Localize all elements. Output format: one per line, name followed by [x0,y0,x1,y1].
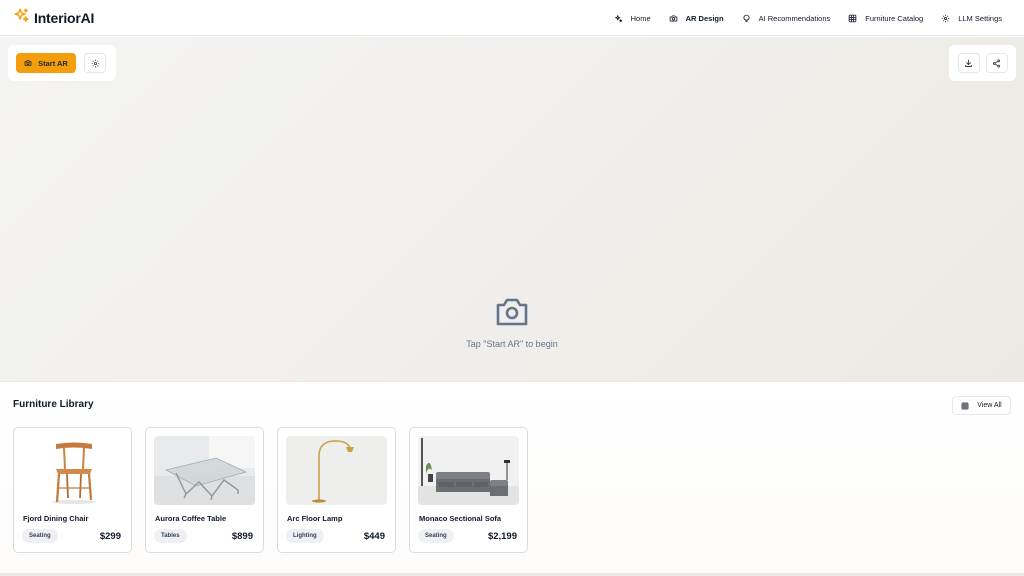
main-nav: Home AR Design AI Recommendations Furnit… [596,0,1002,36]
app-name: InteriorAI [34,9,95,26]
product-image-floor-lamp [286,436,387,505]
furniture-card[interactable]: Aurora Coffee Table Tables $899 [145,427,264,553]
gear-icon [91,59,99,67]
nav-label: Home [630,13,651,23]
nav-label: LLM Settings [958,13,1002,23]
category-badge: Seating [418,529,454,543]
nav-label: AR Design [685,13,724,23]
product-image-chair [22,436,123,505]
nav-item-furniture-catalog[interactable]: Furniture Catalog [848,14,923,23]
share-icon [992,58,1001,68]
nav-item-llm-settings[interactable]: LLM Settings [941,14,1002,23]
product-price: $299 [99,531,121,542]
product-price: $449 [363,531,385,542]
furniture-card-list: Fjord Dining Chair Seating $299 Aurora C… [13,427,528,553]
share-button[interactable] [985,53,1008,73]
product-name: Aurora Coffee Table [155,514,227,523]
library-title: Furniture Library [13,399,94,410]
view-all-label: View All [977,402,1002,409]
ar-settings-button[interactable] [84,53,106,73]
grid-icon [961,402,969,409]
ar-viewport[interactable]: Start AR Tap "Start AR" to begin [0,37,1024,381]
nav-item-home[interactable]: Home [614,14,651,23]
product-name: Monaco Sectional Sofa [419,514,502,523]
nav-label: AI Recommendations [758,13,831,23]
product-name: Arc Floor Lamp [287,514,343,523]
lightbulb-icon [743,14,750,22]
category-badge: Seating [22,529,58,543]
ar-placeholder: Tap "Start AR" to begin [0,297,1024,349]
category-badge: Tables [154,529,187,543]
nav-item-ar-design[interactable]: AR Design [669,14,724,23]
gear-icon [941,14,950,22]
download-icon [965,59,972,67]
sparkles-icon [614,14,622,22]
ar-toolbar: Start AR [8,45,116,81]
sparkles-logo-icon [13,7,30,29]
top-navigation-bar: InteriorAI Home AR Design AI Recommendat… [0,0,1024,36]
furniture-card[interactable]: Arc Floor Lamp Lighting $449 [277,427,396,553]
placeholder-text: Tap "Start AR" to begin [466,339,558,349]
furniture-library: Furniture Library View All Fjord Dining … [0,381,1024,576]
category-badge: Lighting [286,529,324,543]
product-name: Fjord Dining Chair [23,514,89,523]
camera-icon [24,60,32,66]
start-ar-button[interactable]: Start AR [16,53,76,73]
view-all-button[interactable]: View All [952,396,1011,415]
furniture-card[interactable]: Fjord Dining Chair Seating $299 [13,427,132,553]
camera-icon [669,14,677,22]
start-ar-label: Start AR [38,58,68,68]
nav-item-ai-recommendations[interactable]: AI Recommendations [742,13,831,23]
product-image-sectional-sofa [418,436,519,505]
product-image-coffee-table [154,436,255,505]
furniture-card[interactable]: Monaco Sectional Sofa Seating $2,199 [409,427,528,553]
camera-icon [496,298,528,326]
brand[interactable]: InteriorAI [13,7,94,29]
nav-label: Furniture Catalog [865,13,924,23]
product-price: $2,199 [487,531,517,542]
grid-icon [848,14,857,22]
ar-actions [949,45,1016,81]
product-price: $899 [231,531,253,542]
download-button[interactable] [957,53,980,73]
